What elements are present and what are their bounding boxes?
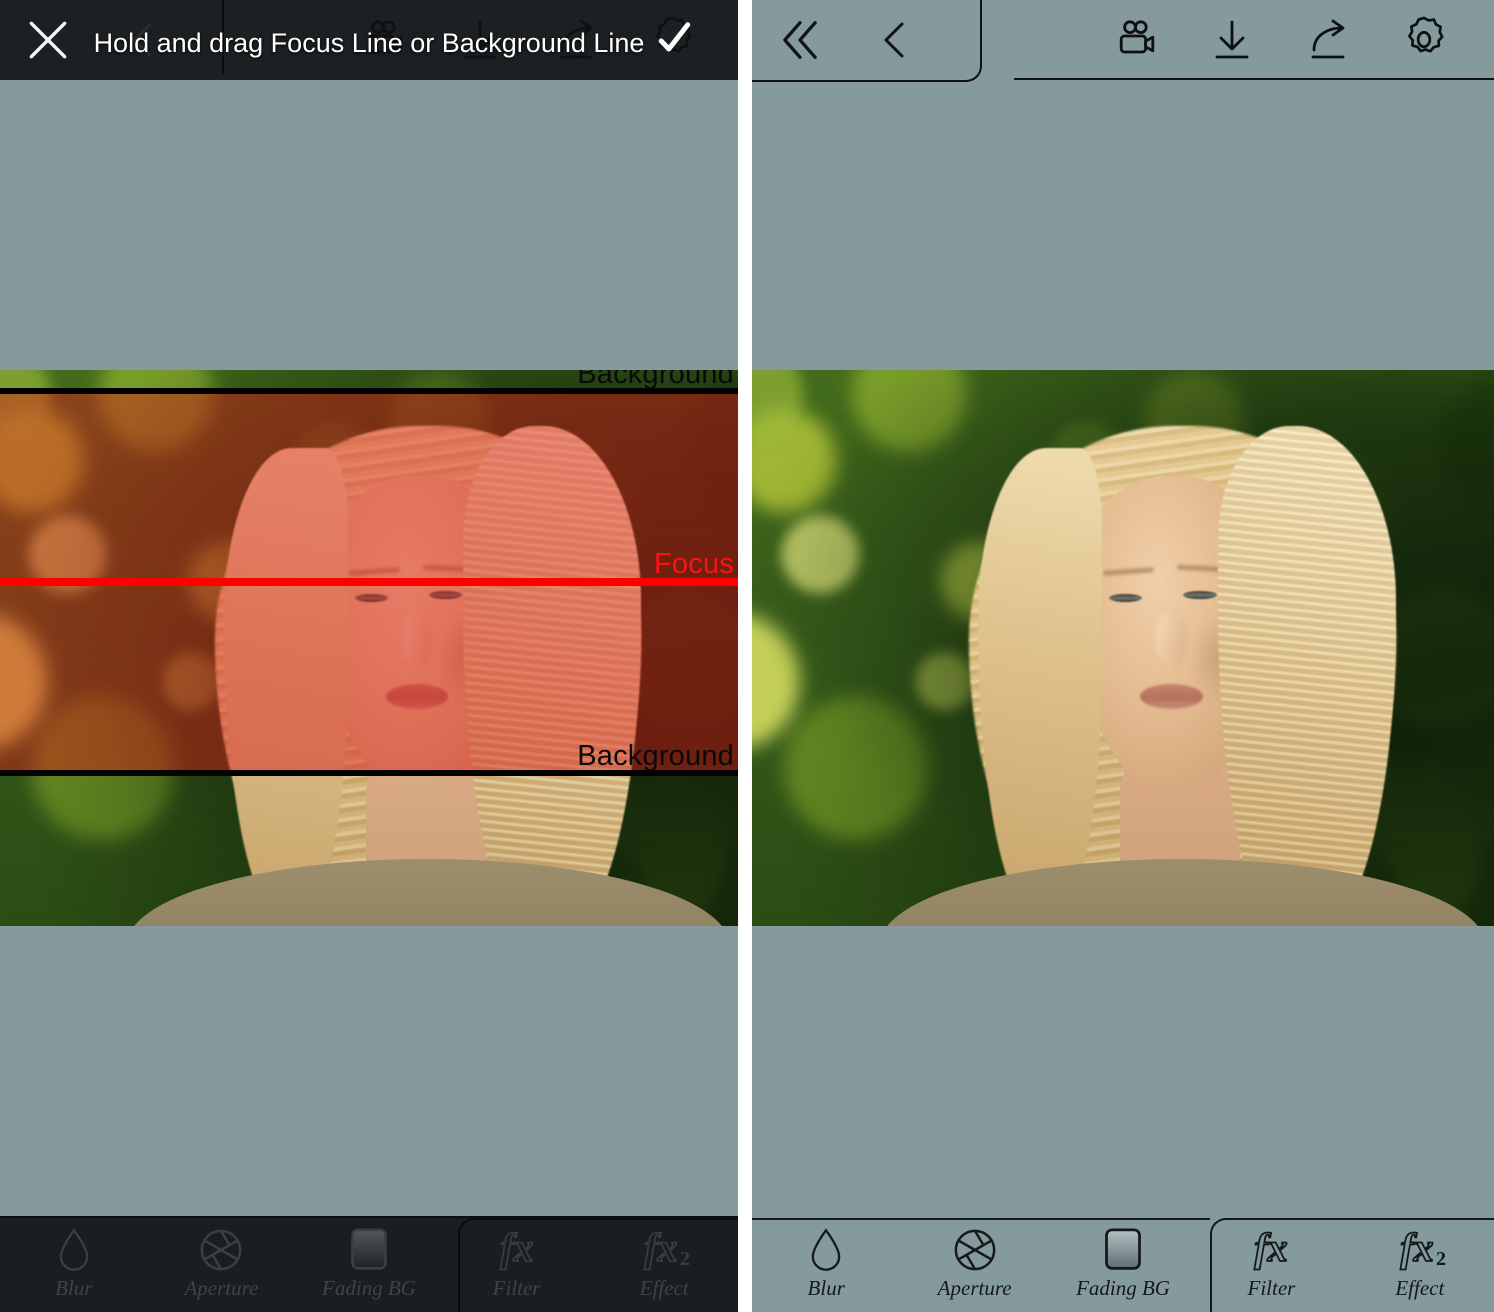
apply-button[interactable] (624, 0, 720, 80)
top-toolbar-left (0, 0, 738, 80)
tool-label: Fading BG (1076, 1276, 1170, 1300)
fx-icon: fx (1241, 1224, 1301, 1276)
close-button[interactable] (0, 0, 96, 80)
tool-label: Effect (1395, 1276, 1445, 1300)
tool-blur-right[interactable]: Blur (752, 1218, 900, 1312)
aperture-icon (198, 1224, 244, 1276)
tool-label: Aperture (184, 1276, 259, 1300)
fx2-icon: fx 2 (631, 1224, 697, 1276)
action-icons-left (336, 0, 720, 80)
svg-text:2: 2 (1436, 1248, 1446, 1270)
svg-text:fx: fx (1255, 1227, 1288, 1270)
tool-effect-left[interactable]: fx 2 Effect (590, 1218, 738, 1312)
action-icons-right (1088, 0, 1472, 80)
photo-image-right (752, 370, 1494, 926)
fading-bg-icon (1101, 1224, 1145, 1276)
share-button[interactable] (528, 0, 624, 80)
svg-text:fx: fx (645, 1227, 678, 1270)
back-button[interactable] (848, 0, 944, 80)
background-line-bottom-label: Background (577, 740, 734, 772)
tool-blur-left[interactable]: Blur (0, 1218, 148, 1312)
tool-fading-bg-right[interactable]: Fading BG (1049, 1218, 1197, 1312)
share-arrow-icon (552, 16, 600, 64)
aperture-icon (952, 1224, 998, 1276)
tool-label: Filter (1247, 1276, 1296, 1300)
svg-text:2: 2 (680, 1248, 690, 1270)
download-button[interactable] (432, 0, 528, 80)
background-line-top-label: Background (577, 370, 734, 390)
toolbar-separator (222, 0, 224, 74)
focus-line-label: Focus (654, 548, 734, 580)
top-toolbar-right (752, 0, 1494, 82)
gear-icon (1397, 13, 1451, 67)
fx-icon: fx (487, 1224, 547, 1276)
tool-label: Effect (639, 1276, 689, 1300)
svg-text:fx: fx (500, 1227, 533, 1270)
double-chevron-left-icon (774, 14, 826, 66)
fading-bg-icon (347, 1224, 391, 1276)
video-button[interactable] (336, 0, 432, 80)
video-button[interactable] (1088, 0, 1184, 80)
portrait-subject (126, 403, 730, 926)
right-screenshot-panel: Blur Aperture Fading BG fx Filter fx 2 E… (752, 0, 1494, 1312)
chevron-left-icon (121, 17, 167, 63)
tool-filter-right[interactable]: fx Filter (1197, 1218, 1345, 1312)
nav-group-right (752, 0, 944, 80)
download-icon (1208, 16, 1256, 64)
close-icon (23, 15, 73, 65)
back-button[interactable] (96, 0, 192, 80)
tool-filter-left[interactable]: fx Filter (443, 1218, 591, 1312)
download-button[interactable] (1184, 0, 1280, 80)
photo-stage-left[interactable]: Background Focus Background (0, 370, 738, 926)
photo-stage-right[interactable] (752, 370, 1494, 926)
portrait-subject (879, 403, 1486, 926)
share-arrow-icon (1304, 16, 1352, 64)
collapse-button[interactable] (752, 0, 848, 80)
tool-label: Aperture (937, 1276, 1012, 1300)
tool-aperture-left[interactable]: Aperture (148, 1218, 296, 1312)
droplet-icon (806, 1224, 846, 1276)
tool-fading-bg-left[interactable]: Fading BG (295, 1218, 443, 1312)
tool-effect-right[interactable]: fx 2 Effect (1346, 1218, 1494, 1312)
tool-label: Fading BG (322, 1276, 416, 1300)
chevron-left-icon (872, 16, 920, 64)
focus-line[interactable] (0, 578, 738, 586)
app-root: Background Focus Background Blur Apertur… (0, 0, 1494, 1312)
left-screenshot-panel: Background Focus Background Blur Apertur… (0, 0, 738, 1312)
tool-aperture-right[interactable]: Aperture (900, 1218, 1048, 1312)
tool-label: Filter (492, 1276, 541, 1300)
tool-label: Blur (807, 1276, 845, 1300)
bottom-toolbar-left: Blur Aperture Fading BG fx Filter fx 2 E… (0, 1216, 738, 1312)
gear-check-icon (645, 13, 699, 67)
bottom-toolbar-right: Blur Aperture Fading BG fx Filter fx 2 E… (752, 1218, 1494, 1312)
droplet-icon (54, 1224, 94, 1276)
svg-text:fx: fx (1400, 1227, 1433, 1270)
nav-group-left (0, 0, 192, 80)
fx2-icon: fx 2 (1387, 1224, 1453, 1276)
video-camera-icon (1112, 16, 1160, 64)
photo-image-left (0, 370, 738, 926)
share-button[interactable] (1280, 0, 1376, 80)
tool-label: Blur (55, 1276, 93, 1300)
settings-button[interactable] (1376, 0, 1472, 80)
video-camera-icon (360, 16, 408, 64)
download-icon (456, 16, 504, 64)
